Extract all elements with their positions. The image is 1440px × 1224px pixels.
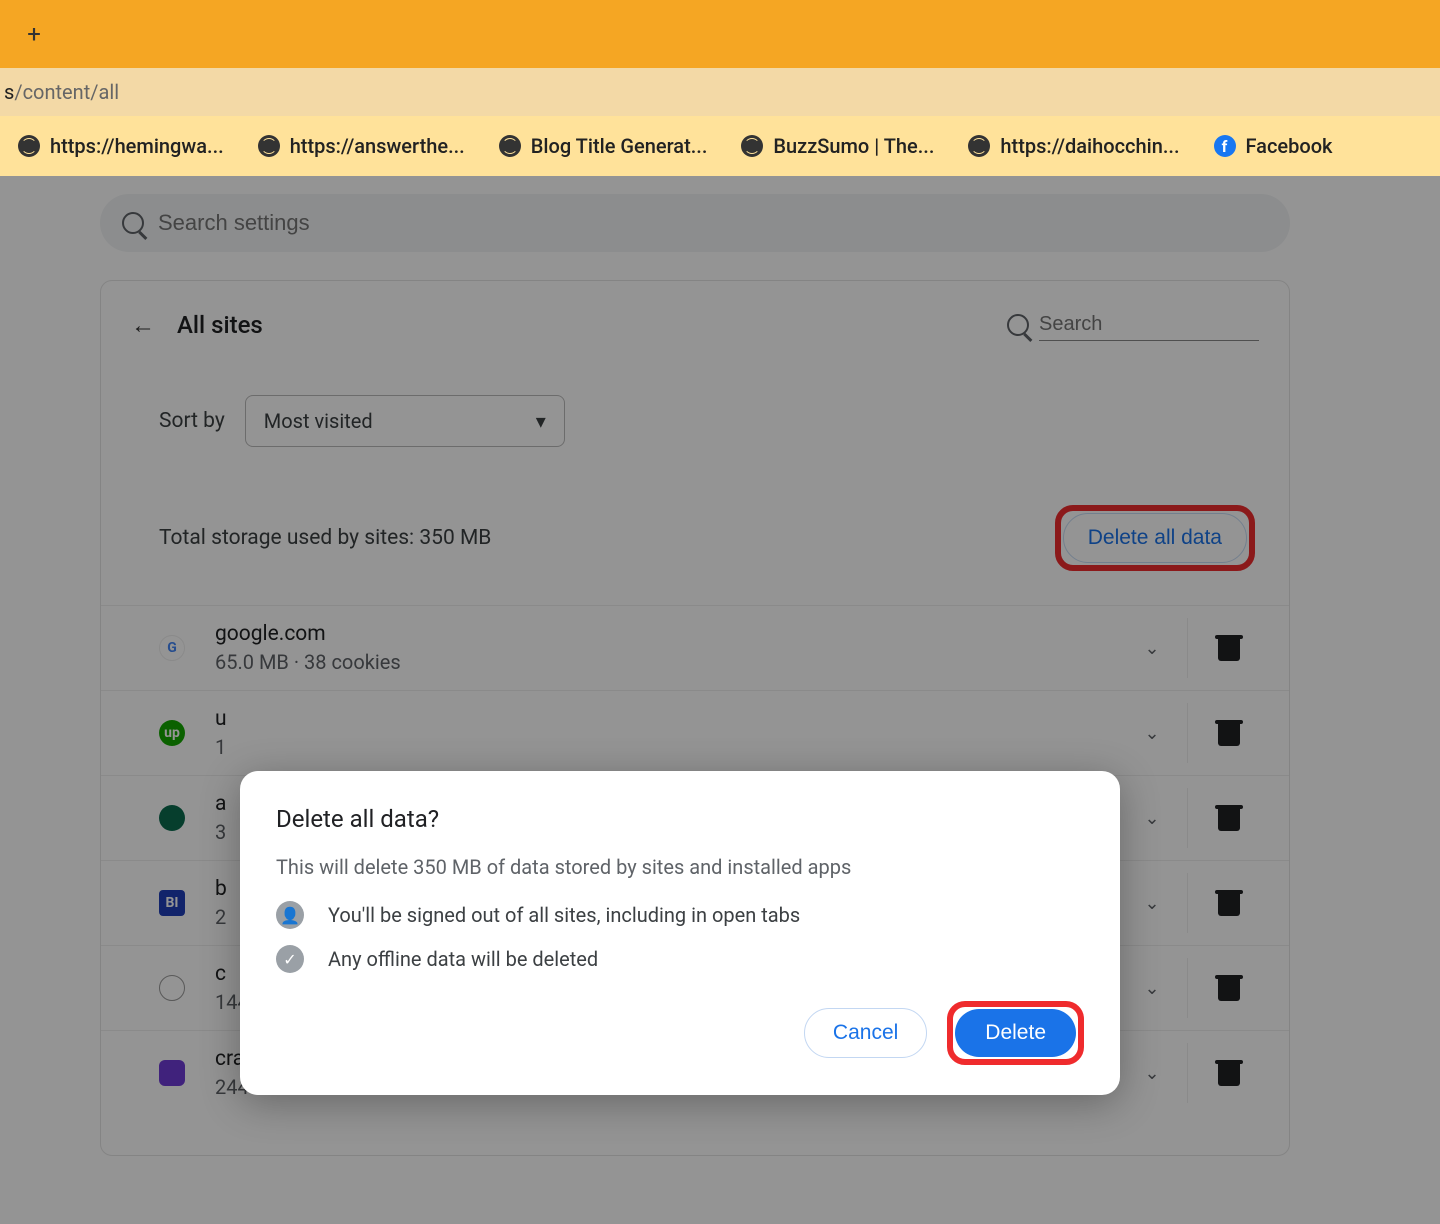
address-bar[interactable]: s/content/all — [0, 68, 1440, 116]
globe-icon — [258, 135, 280, 157]
dialog-bullet: Any offline data will be deleted — [328, 947, 598, 971]
bookmark-item[interactable]: https://answerthe... — [258, 134, 465, 158]
bookmark-item[interactable]: BuzzSumo | The... — [741, 134, 934, 158]
globe-icon — [18, 135, 40, 157]
dialog-bullet: You'll be signed out of all sites, inclu… — [328, 903, 800, 927]
new-tab-button[interactable]: + — [20, 20, 48, 48]
address-path-tail: /content/all — [14, 80, 119, 104]
delete-confirm-button[interactable]: Delete — [955, 1009, 1076, 1057]
tab-strip: + — [0, 0, 1440, 68]
globe-icon — [968, 135, 990, 157]
globe-icon — [499, 135, 521, 157]
bookmark-item[interactable]: https://hemingwa... — [18, 134, 224, 158]
bookmark-item[interactable]: Blog Title Generat... — [499, 134, 708, 158]
globe-icon — [741, 135, 763, 157]
delete-all-dialog: Delete all data? This will delete 350 MB… — [240, 771, 1120, 1095]
facebook-icon: f — [1214, 135, 1236, 157]
cancel-button[interactable]: Cancel — [804, 1008, 927, 1058]
highlight-delete-confirm: Delete — [947, 1001, 1084, 1065]
check-icon: ✓ — [276, 945, 304, 973]
bookmarks-bar: https://hemingwa... https://answerthe...… — [0, 116, 1440, 176]
dialog-title: Delete all data? — [276, 805, 1084, 833]
address-path-head: s — [4, 80, 14, 104]
person-icon: 👤 — [276, 901, 304, 929]
content-area: ← All sites Sort by Most visited ▾ Total… — [0, 176, 1440, 1224]
dialog-description: This will delete 350 MB of data stored b… — [276, 855, 1084, 879]
bookmark-item[interactable]: https://daihocchin... — [968, 134, 1179, 158]
bookmark-item[interactable]: fFacebook — [1214, 134, 1333, 158]
